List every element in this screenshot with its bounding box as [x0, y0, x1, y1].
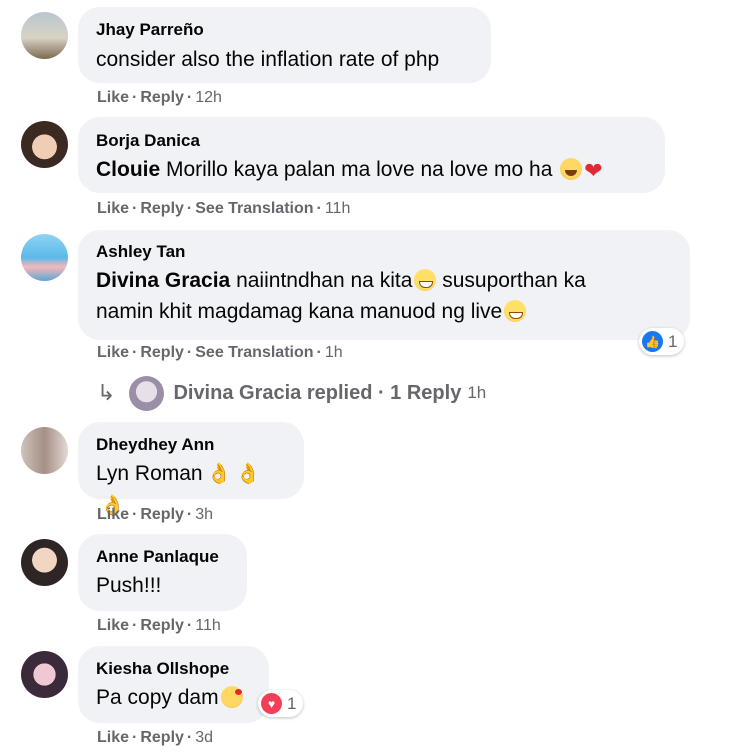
love-icon: ♥ [261, 693, 282, 714]
comment-bubble: Borja Danica Clouie Morillo kaya palan m… [78, 117, 665, 193]
comment-bubble: Anne Panlaque Push!!! [78, 534, 247, 611]
like-button[interactable]: Like [97, 344, 129, 361]
comment-actions: Like · Reply · See Translation · 1h [97, 344, 343, 361]
comment-text: Pa copy dam [96, 682, 251, 713]
comment-author[interactable]: Borja Danica [96, 130, 647, 152]
comment-text-body: naiintndhan na kita [230, 269, 413, 292]
avatar[interactable] [21, 651, 68, 698]
comment-text-body: Lyn Roman [96, 462, 203, 485]
reply-button[interactable]: Reply [140, 89, 184, 106]
comment-author[interactable]: Anne Panlaque [96, 546, 229, 568]
sweat-smile-emoji-icon [504, 300, 527, 322]
reply-button[interactable]: Reply [140, 200, 184, 217]
comment-timestamp[interactable]: 3h [195, 506, 213, 523]
avatar[interactable] [21, 234, 68, 281]
comment-bubble: Ashley Tan Divina Gracia naiintndhan na … [78, 230, 690, 340]
reply-button[interactable]: Reply [140, 344, 184, 361]
see-translation-link[interactable]: See Translation [195, 344, 313, 361]
mention-link[interactable]: Clouie [96, 158, 160, 181]
avatar[interactable] [21, 539, 68, 586]
avatar[interactable] [21, 12, 68, 59]
comment-author[interactable]: Jhay Parreño [96, 19, 473, 41]
comment-actions: Like · Reply · 11h [97, 617, 221, 634]
comment-text: Divina Gracia naiintndhan na kita susupo… [96, 265, 672, 327]
mention-link[interactable]: Divina Gracia [96, 269, 230, 292]
ok-hand-emoji-icon: 👌 [206, 463, 232, 485]
comment-timestamp[interactable]: 11h [325, 200, 351, 217]
comment-timestamp[interactable]: 12h [195, 89, 222, 106]
comment-text: consider also the inflation rate of php [96, 48, 440, 71]
view-replies-link[interactable]: ↳ Divina Gracia replied · 1 Reply 1h [97, 375, 486, 411]
comment-actions: Like · Reply · 3d [97, 729, 214, 746]
comment-timestamp[interactable]: 3d [195, 729, 213, 746]
comment-bubble: Kiesha Ollshope Pa copy dam [78, 646, 269, 723]
avatar[interactable] [21, 427, 68, 474]
comment-timestamp[interactable]: 1h [325, 344, 343, 361]
comment-author[interactable]: Ashley Tan [96, 241, 672, 263]
avatar [129, 375, 165, 411]
comment-text-body: Morillo kaya palan ma love na love mo ha [160, 158, 553, 181]
comment-author[interactable]: Dheydhey Ann [96, 434, 286, 456]
replies-summary[interactable]: Divina Gracia replied · 1 Reply [173, 382, 461, 405]
like-button[interactable]: Like [97, 617, 129, 634]
reply-button[interactable]: Reply [140, 617, 184, 634]
heart-emoji-icon: ❤ [584, 158, 603, 183]
like-button[interactable]: Like [97, 729, 129, 746]
comment-text: Clouie Morillo kaya palan ma love na lov… [96, 154, 647, 186]
comment-timestamp[interactable]: 11h [195, 617, 221, 634]
reply-button[interactable]: Reply [140, 506, 184, 523]
comment-actions: Like · Reply · See Translation · 11h [97, 200, 351, 217]
comment-actions: Like · Reply · 12h [97, 89, 222, 106]
comment-text-body: namin khit magdamag kana manuod ng live [96, 300, 503, 323]
like-button[interactable]: Like [97, 89, 129, 106]
see-translation-link[interactable]: See Translation [195, 200, 313, 217]
avatar[interactable] [21, 121, 68, 168]
reaction-count-value: 1 [668, 331, 678, 351]
comment-bubble: Jhay Parreño consider also the inflation… [78, 7, 491, 83]
like-button[interactable]: Like [97, 506, 129, 523]
comment-author[interactable]: Kiesha Ollshope [96, 658, 251, 680]
ok-hand-emoji-icon: 👌 [235, 463, 261, 485]
kissing-face-emoji-icon [220, 686, 243, 708]
comment-text-body: Pa copy dam [96, 686, 219, 709]
comment-text-body: susuporthan ka [436, 269, 586, 292]
comment-text: Push!!! [96, 574, 162, 597]
laughing-emoji-icon [560, 158, 583, 180]
like-button[interactable]: Like [97, 200, 129, 217]
reaction-count[interactable]: ♥ 1 [258, 690, 304, 717]
comment-bubble: Dheydhey Ann Lyn Roman 👌 👌👌 [78, 422, 304, 517]
reaction-count[interactable]: 👍 1 [639, 328, 685, 355]
reaction-count-value: 1 [287, 693, 297, 713]
reply-arrow-icon: ↳ [97, 380, 116, 405]
reply-button[interactable]: Reply [140, 729, 184, 746]
comment-actions: Like · Reply · 3h [97, 506, 214, 523]
like-icon: 👍 [642, 331, 663, 352]
reply-timestamp[interactable]: 1h [467, 383, 486, 403]
sweat-smile-emoji-icon [414, 269, 437, 291]
